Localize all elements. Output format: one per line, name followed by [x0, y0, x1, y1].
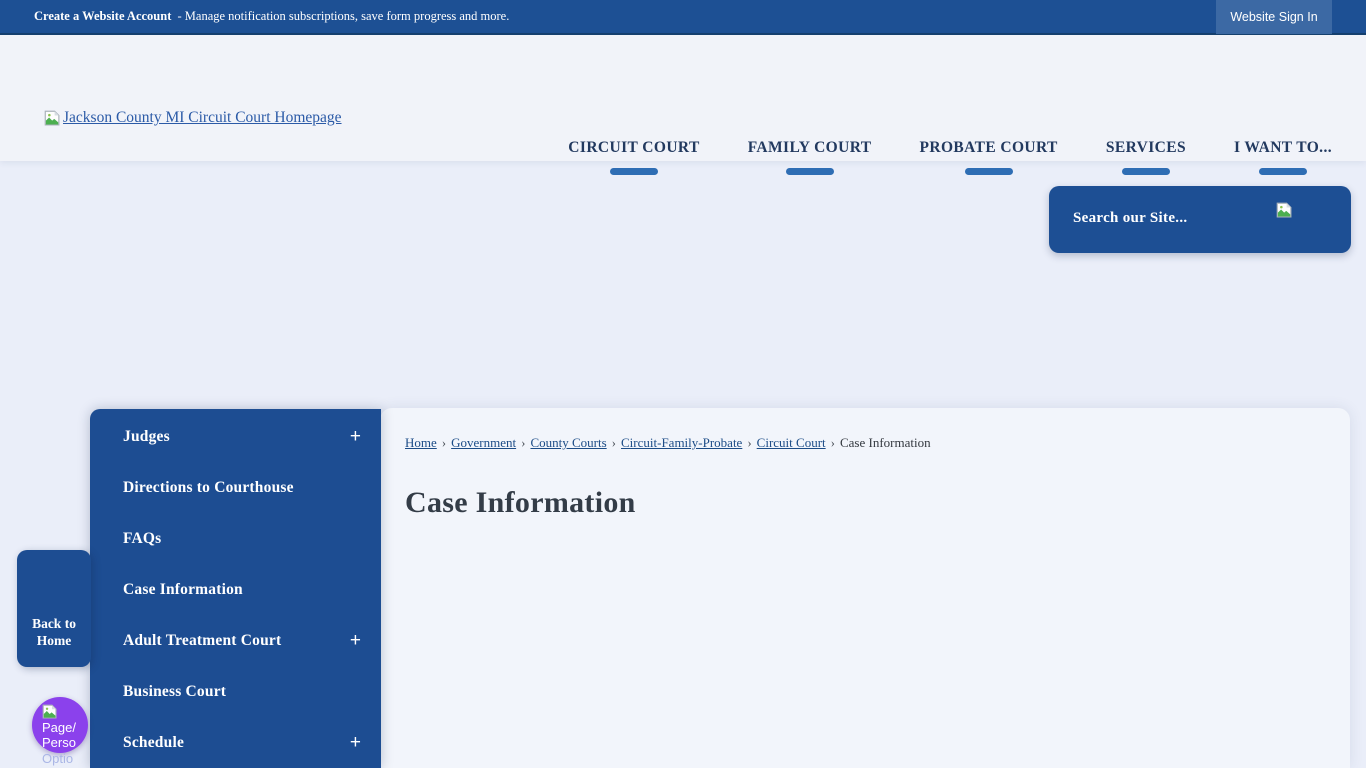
sidebar-item-business-court[interactable]: Business Court	[90, 666, 381, 717]
breadcrumb-current-page: Case Information	[840, 435, 931, 450]
breadcrumb-separator: ›	[521, 435, 525, 450]
sidebar-menu: Judges + Directions to Courthouse FAQs C…	[90, 409, 381, 768]
sidebar-item-label: Judges	[123, 428, 170, 446]
breadcrumb-link-circuit-family-probate[interactable]: Circuit-Family-Probate	[621, 435, 742, 450]
broken-image-icon	[42, 704, 58, 720]
widget-alt-line: Perso	[42, 735, 76, 750]
main-content: Home › Government › County Courts › Circuit-Fa…	[380, 408, 1350, 768]
nav-item-probate-court[interactable]: PROBATE COURT	[920, 139, 1058, 175]
nav-item-label: I WANT TO...	[1234, 139, 1332, 157]
breadcrumb-link-county-courts[interactable]: County Courts	[530, 435, 606, 450]
back-to-home-label: Back to Home	[26, 615, 82, 650]
broken-image-icon	[44, 110, 61, 127]
nav-item-services[interactable]: SERVICES	[1106, 139, 1186, 175]
sidebar-item-faqs[interactable]: FAQs	[90, 513, 381, 564]
nav-underline-decoration	[786, 168, 834, 175]
breadcrumb-separator: ›	[442, 435, 446, 450]
breadcrumb: Home › Government › County Courts › Circuit-Fa…	[405, 435, 931, 451]
breadcrumb-separator: ›	[747, 435, 751, 450]
nav-underline-decoration	[1122, 168, 1170, 175]
breadcrumb-link-circuit-court[interactable]: Circuit Court	[757, 435, 826, 450]
section-sidebar: Judges + Directions to Courthouse FAQs C…	[90, 409, 381, 768]
nav-item-label: CIRCUIT COURT	[568, 139, 699, 157]
sidebar-item-label: FAQs	[123, 530, 161, 548]
site-logo-alt-text: Jackson County MI Circuit Court Homepage	[63, 109, 342, 127]
main-navigation: CIRCUIT COURT FAMILY COURT PROBATE COURT…	[568, 139, 1332, 175]
expand-plus-icon[interactable]: +	[350, 733, 361, 752]
create-account-link[interactable]: Create a Website Account	[34, 9, 171, 23]
nav-underline-decoration	[965, 168, 1013, 175]
sidebar-item-directions-to-courthouse[interactable]: Directions to Courthouse	[90, 462, 381, 513]
widget-broken-image: Page/ Perso Optio	[42, 704, 88, 766]
sidebar-item-label: Directions to Courthouse	[123, 479, 294, 497]
nav-item-family-court[interactable]: FAMILY COURT	[748, 139, 872, 175]
back-to-home-button[interactable]: Back to Home	[17, 550, 91, 667]
breadcrumb-separator: ›	[831, 435, 835, 450]
sidebar-item-label: Schedule	[123, 734, 184, 752]
search-button-broken-image-icon[interactable]	[1276, 202, 1293, 219]
nav-item-circuit-court[interactable]: CIRCUIT COURT	[568, 139, 699, 175]
top-utility-bar: Create a Website Account - Manage notifi…	[0, 0, 1366, 35]
site-header: Jackson County MI Circuit Court Homepage…	[0, 35, 1366, 161]
sidebar-item-label: Adult Treatment Court	[123, 632, 281, 650]
breadcrumb-separator: ›	[612, 435, 616, 450]
create-account-message: Create a Website Account - Manage notifi…	[34, 9, 509, 24]
widget-alt-line: Optio	[42, 751, 73, 766]
nav-item-label: FAMILY COURT	[748, 139, 872, 157]
expand-plus-icon[interactable]: +	[350, 631, 361, 650]
page: { "top_bar": { "account_link": "Create a…	[0, 0, 1366, 768]
search-input[interactable]: Search our Site...	[1073, 210, 1187, 227]
breadcrumb-link-government[interactable]: Government	[451, 435, 516, 450]
nav-item-label: SERVICES	[1106, 139, 1186, 157]
sidebar-item-schedule[interactable]: Schedule +	[90, 717, 381, 768]
sidebar-item-label: Case Information	[123, 581, 243, 599]
site-search[interactable]: Search our Site...	[1049, 186, 1351, 253]
page-title: Case Information	[405, 486, 636, 520]
website-sign-in-button[interactable]: Website Sign In	[1216, 0, 1332, 34]
sidebar-item-label: Business Court	[123, 683, 226, 701]
site-logo-link[interactable]: Jackson County MI Circuit Court Homepage	[44, 109, 342, 127]
breadcrumb-link-home[interactable]: Home	[405, 435, 437, 450]
nav-item-label: PROBATE COURT	[920, 139, 1058, 157]
nav-underline-decoration	[1259, 168, 1307, 175]
sidebar-item-judges[interactable]: Judges +	[90, 411, 381, 462]
sidebar-item-case-information[interactable]: Case Information	[90, 564, 381, 615]
account-tagline: - Manage notification subscriptions, sav…	[178, 9, 510, 23]
widget-alt-line: Page/	[42, 720, 76, 735]
nav-underline-decoration	[610, 168, 658, 175]
page-personalization-widget-button[interactable]: Page/ Perso Optio	[32, 697, 88, 753]
expand-plus-icon[interactable]: +	[350, 427, 361, 446]
nav-item-i-want-to[interactable]: I WANT TO...	[1234, 139, 1332, 175]
sidebar-item-adult-treatment-court[interactable]: Adult Treatment Court +	[90, 615, 381, 666]
